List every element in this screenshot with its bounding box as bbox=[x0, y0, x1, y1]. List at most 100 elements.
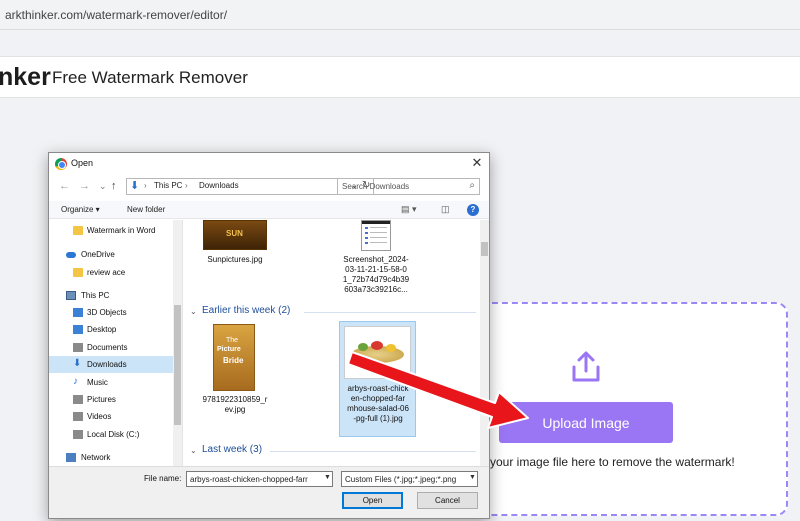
group-divider bbox=[304, 312, 476, 313]
help-icon[interactable]: ? bbox=[467, 204, 479, 216]
thumbnail-text: The bbox=[226, 337, 239, 344]
nav-item-downloads[interactable]: ⬇ Downloads bbox=[49, 356, 173, 373]
disk-icon bbox=[73, 430, 83, 439]
view-options-icon[interactable]: ▤ ▾ bbox=[401, 204, 417, 215]
group-divider bbox=[270, 451, 476, 452]
nav-item-label: Local Disk (C:) bbox=[87, 430, 140, 439]
thumbnail-text: Bride bbox=[223, 356, 244, 365]
file-name-salad[interactable]: arbys-roast-chick en-chopped-far mhouse-… bbox=[340, 384, 416, 424]
group-header-earlier-this-week[interactable]: Earlier this week (2) bbox=[202, 305, 290, 316]
file-scrollbar[interactable] bbox=[480, 220, 489, 466]
file-name-line: 9781922310859_r bbox=[202, 395, 268, 404]
file-name-screenshot[interactable]: Screenshot_2024- 03-11-21-15-58-0 1_72b7… bbox=[336, 255, 416, 295]
navigation-pane: Watermark in Word OneDrive review ace Th… bbox=[49, 220, 183, 466]
file-name-input[interactable]: arbys-roast-chicken-chopped-farr bbox=[186, 471, 333, 487]
site-header: nker Free Watermark Remover bbox=[0, 56, 800, 98]
chevron-down-icon[interactable]: ▼ bbox=[324, 474, 331, 481]
chrome-icon bbox=[55, 158, 67, 170]
breadcrumb-downloads[interactable]: Downloads bbox=[199, 181, 239, 190]
product-title: Free Watermark Remover bbox=[52, 68, 248, 87]
nav-scrollbar[interactable] bbox=[173, 220, 182, 466]
nav-item-documents[interactable]: Documents bbox=[49, 339, 173, 356]
search-input[interactable]: Search Downloads ⌕ bbox=[337, 178, 480, 195]
nav-item-review-ace[interactable]: review ace bbox=[49, 264, 173, 281]
nav-item-label: Videos bbox=[87, 412, 112, 421]
breadcrumb-separator-icon: › bbox=[185, 181, 188, 190]
nav-item-label: Music bbox=[87, 378, 108, 387]
forward-arrow-icon[interactable]: → bbox=[79, 180, 90, 192]
pictures-icon bbox=[73, 395, 83, 404]
nav-item-label: This PC bbox=[81, 291, 110, 300]
nav-item-music[interactable]: ♪ Music bbox=[49, 374, 173, 391]
nav-item-watermark-in-word[interactable]: Watermark in Word bbox=[49, 222, 173, 239]
cancel-button[interactable]: Cancel bbox=[417, 492, 478, 509]
scroll-thumb[interactable] bbox=[481, 242, 488, 256]
file-name-line: arbys-roast-chick bbox=[347, 384, 409, 393]
nav-item-onedrive[interactable]: OneDrive bbox=[49, 246, 173, 263]
scroll-thumb[interactable] bbox=[174, 305, 181, 425]
brand-logo-text[interactable]: nker bbox=[0, 63, 51, 92]
downloads-arrow-icon: ⬇ bbox=[130, 180, 140, 192]
file-list-pane: SUN Sunpictures.jpg Screenshot_2024- 03-… bbox=[184, 220, 489, 466]
nav-item-local-disk[interactable]: Local Disk (C:) bbox=[49, 426, 173, 443]
up-arrow-icon[interactable]: ↑ bbox=[111, 180, 117, 192]
open-button[interactable]: Open bbox=[342, 492, 403, 509]
file-name-sunpictures[interactable]: Sunpictures.jpg bbox=[194, 255, 276, 265]
network-icon bbox=[66, 453, 76, 462]
folder-icon bbox=[73, 226, 83, 235]
picture-bride-thumbnail[interactable]: The Picture Bride bbox=[213, 324, 255, 391]
chevron-down-icon[interactable]: ⌄ bbox=[99, 181, 107, 192]
new-folder-button[interactable]: New folder bbox=[127, 205, 165, 214]
preview-pane-icon[interactable]: ◫ bbox=[441, 204, 450, 215]
nav-item-label: Pictures bbox=[87, 395, 116, 404]
3d-objects-icon bbox=[73, 308, 83, 317]
dialog-footer: File name: arbys-roast-chicken-chopped-f… bbox=[49, 466, 489, 518]
nav-item-3d-objects[interactable]: 3D Objects bbox=[49, 304, 173, 321]
nav-item-pictures[interactable]: Pictures bbox=[49, 391, 173, 408]
open-file-dialog: Open ✕ ← → ⌄ ↑ ⬇ › This PC › Downloads ⌄… bbox=[48, 152, 490, 519]
file-type-select[interactable]: Custom Files (*.jpg;*.jpeg;*.png bbox=[341, 471, 478, 487]
group-header-last-week[interactable]: Last week (3) bbox=[202, 444, 262, 455]
chevron-down-icon[interactable]: ▼ bbox=[469, 474, 476, 481]
file-name-line: en-chopped-far bbox=[350, 394, 406, 403]
url-text[interactable]: arkthinker.com/watermark-remover/editor/ bbox=[5, 8, 227, 22]
file-name-label: File name: bbox=[144, 474, 182, 483]
onedrive-icon bbox=[66, 252, 76, 258]
navigation-row: ← → ⌄ ↑ ⬇ › This PC › Downloads ⌄ ↻ Sear… bbox=[49, 177, 489, 197]
videos-icon bbox=[73, 412, 83, 421]
nav-item-label: OneDrive bbox=[81, 250, 115, 259]
nav-item-videos[interactable]: Videos bbox=[49, 408, 173, 425]
file-name-line: 603a73c39216c... bbox=[344, 285, 408, 294]
nav-item-label: Documents bbox=[87, 343, 128, 352]
file-name-picture-bride[interactable]: 9781922310859_r ev.jpg bbox=[194, 395, 276, 415]
dialog-titlebar[interactable]: Open ✕ bbox=[49, 153, 489, 175]
organize-button[interactable]: Organize ▾ bbox=[61, 205, 100, 214]
salad-thumbnail[interactable] bbox=[344, 326, 411, 379]
file-name-line: 1_72b74d79c4b39 bbox=[342, 275, 410, 284]
nav-item-desktop[interactable]: Desktop bbox=[49, 321, 173, 338]
breadcrumb-this-pc[interactable]: This PC bbox=[154, 181, 182, 190]
screenshot-thumbnail[interactable] bbox=[361, 220, 391, 251]
file-name-line: -pg-full (1).jpg bbox=[353, 414, 403, 423]
close-icon[interactable]: ✕ bbox=[469, 155, 485, 171]
nav-item-label: Network bbox=[81, 453, 111, 462]
share-upload-icon bbox=[572, 351, 600, 382]
sunpictures-thumbnail[interactable]: SUN bbox=[203, 220, 267, 250]
browser-address-bar[interactable]: arkthinker.com/watermark-remover/editor/ bbox=[0, 0, 800, 30]
chevron-down-icon[interactable]: ⌄ bbox=[190, 446, 197, 455]
computer-icon bbox=[66, 291, 76, 300]
dialog-title: Open bbox=[71, 158, 94, 168]
file-name-line: ev.jpg bbox=[224, 405, 246, 414]
upload-image-button[interactable]: Upload Image bbox=[499, 402, 673, 443]
nav-item-network[interactable]: Network bbox=[49, 449, 173, 466]
nav-item-this-pc[interactable]: This PC bbox=[49, 287, 173, 304]
nav-item-label: Watermark in Word bbox=[87, 226, 156, 235]
back-arrow-icon[interactable]: ← bbox=[59, 180, 70, 192]
file-name-line: 03-11-21-15-58-0 bbox=[345, 265, 407, 274]
chevron-down-icon[interactable]: ⌄ bbox=[190, 307, 197, 316]
nav-item-label: Desktop bbox=[87, 325, 117, 334]
search-icon[interactable]: ⌕ bbox=[469, 180, 475, 191]
music-icon: ♪ bbox=[73, 376, 78, 387]
file-name-line: mhouse-salad-06 bbox=[347, 404, 409, 413]
upload-hint-text: your image file here to remove the water… bbox=[490, 455, 735, 469]
